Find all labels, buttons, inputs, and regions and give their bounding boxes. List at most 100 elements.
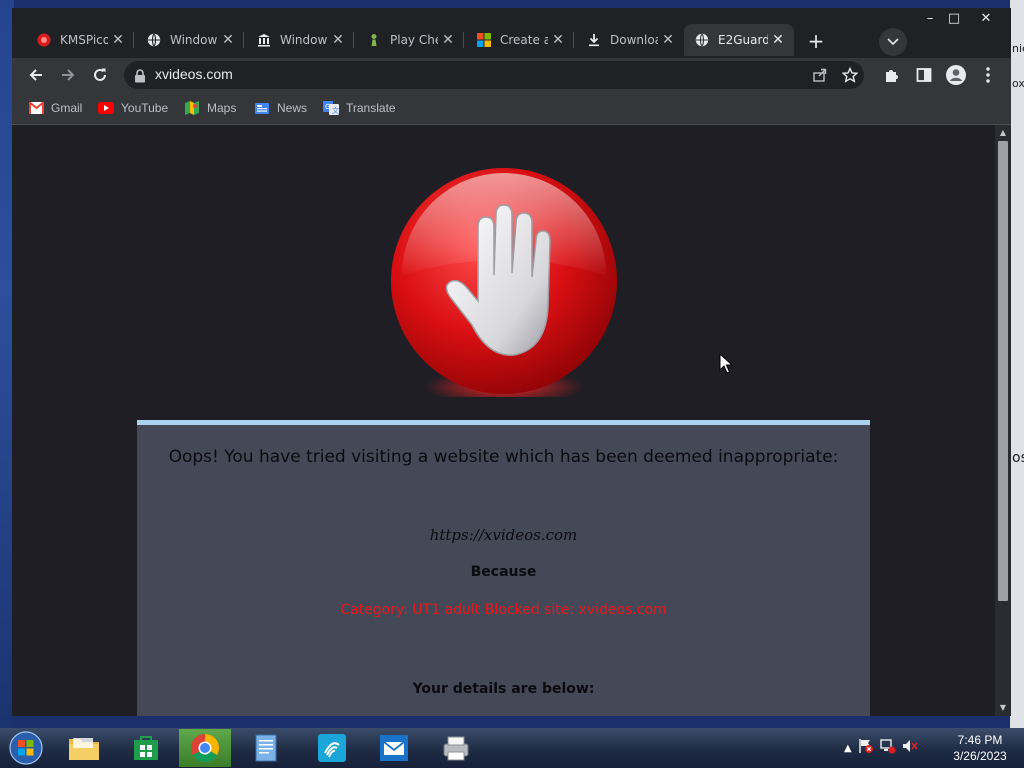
close-icon[interactable]: ✕ [440,32,456,48]
block-message-panel: Oops! You have tried visiting a website … [137,420,870,716]
back-button[interactable] [24,63,48,87]
chevron-down-icon [887,38,899,46]
extensions-button[interactable] [880,63,904,87]
bookmark-youtube[interactable]: YouTube [98,100,168,116]
tab-search-button[interactable] [879,28,907,56]
new-tab-button[interactable]: + [802,28,830,56]
tab-separator [463,32,464,48]
news-icon [254,101,270,115]
microsoft-icon [476,32,492,48]
more-vert-icon [986,67,990,83]
bookmark-label: News [277,101,308,115]
stop-hand-icon [380,157,620,405]
printer-icon[interactable] [430,729,482,767]
bookmark-label: Maps [207,101,237,115]
tab-title: Download [610,33,658,47]
block-category: Category: UT1 adult Blocked site: xvideo… [340,602,667,618]
puzzle-icon [886,70,898,82]
bookmark-translate[interactable]: G文 Translate [323,100,396,116]
bookmark-gmail[interactable]: Gmail [28,100,82,116]
youtube-icon [98,101,114,115]
block-title: Oops! You have tried visiting a website … [168,447,839,467]
close-icon[interactable]: ✕ [550,32,566,48]
tab-strip: KMSPico ✕ Windows ✕ Windows ✕ [12,8,1011,58]
mail-icon[interactable] [368,729,420,767]
globe-icon [694,32,710,48]
browser-window: KMSPico ✕ Windows ✕ Windows ✕ [12,8,1011,716]
notepad-icon[interactable] [240,729,292,767]
because-label: Because [470,564,537,580]
network-app-icon[interactable] [306,729,358,767]
arrow-left-icon [29,69,42,81]
close-icon[interactable]: ✕ [660,32,676,48]
system-tray: ▲ [844,738,918,758]
tab-title: KMSPico [60,33,108,47]
background-window-text: ox [1012,77,1024,90]
tab-create-a[interactable]: Create a ✕ [466,24,574,56]
download-icon [586,32,602,48]
vertical-scrollbar[interactable]: ▲ ▼ [995,125,1011,716]
reload-button[interactable] [88,63,112,87]
close-icon[interactable]: ✕ [330,32,346,48]
arrow-right-icon [62,69,75,81]
scrollbar-thumb[interactable] [998,141,1008,601]
tab-separator [243,32,244,48]
tab-separator [573,32,574,48]
library-icon [256,32,272,48]
close-icon[interactable]: ✕ [220,32,236,48]
tab-kmspico[interactable]: KMSPico ✕ [26,24,134,56]
background-window-edge [1010,0,1024,728]
scroll-down-arrow-icon[interactable]: ▼ [998,703,1008,713]
tab-windows-2[interactable]: Windows ✕ [246,24,354,56]
tab-title: Windows [170,33,218,47]
profile-button[interactable] [944,63,968,87]
taskbar-clock[interactable]: 7:46 PM 3/26/2023 [940,732,1020,764]
svg-text:文: 文 [332,106,339,115]
tab-download[interactable]: Download ✕ [576,24,684,56]
tab-title: E2Guardian [718,33,768,47]
chrome-icon[interactable] [179,729,231,767]
page-content: Oops! You have tried visiting a website … [12,125,995,716]
side-panel-icon [916,68,932,82]
start-button[interactable] [7,730,45,766]
tab-e2guardian[interactable]: E2Guardian ✕ [684,24,794,56]
windows-explorer-icon[interactable] [58,729,110,767]
bookmark-maps[interactable]: Maps [184,100,236,116]
show-hidden-icons-icon[interactable]: ▲ [844,743,852,754]
tab-separator [133,32,134,48]
taskbar: ▲ 7:46 PM 3/26/2023 [0,728,1024,768]
tab-separator [353,32,354,48]
details-heading: Your details are below: [412,681,595,697]
gmail-icon [28,101,44,115]
bookmark-star-icon[interactable] [840,65,860,85]
volume-muted-icon[interactable] [902,738,918,758]
close-icon[interactable]: ✕ [110,32,126,48]
kmspico-icon [36,32,52,48]
close-window-button[interactable]: ✕ [970,8,1002,30]
translate-icon: G文 [323,101,339,115]
close-icon[interactable]: ✕ [770,32,786,48]
store-icon[interactable] [120,729,172,767]
mouse-cursor-icon [719,353,733,374]
tab-title: Play Chess [390,33,438,47]
browser-toolbar: xvideos.com [12,58,1011,92]
bookmark-news[interactable]: News [254,100,307,116]
url-text[interactable]: xvideos.com [155,66,233,82]
avatar-icon [946,65,966,85]
bookmark-label: YouTube [121,101,169,115]
maximize-button[interactable]: □ [938,8,970,30]
tab-windows-1[interactable]: Windows ✕ [136,24,244,56]
forward-button[interactable] [56,63,80,87]
scroll-up-arrow-icon[interactable]: ▲ [998,128,1008,138]
lock-icon[interactable] [134,68,148,83]
action-center-flag-icon[interactable] [858,738,874,758]
bookmark-label: Gmail [51,101,83,115]
address-bar[interactable]: xvideos.com [124,61,864,89]
network-icon[interactable] [880,738,896,758]
tab-play-chess[interactable]: Play Chess ✕ [356,24,464,56]
side-panel-button[interactable] [912,63,936,87]
share-icon[interactable] [810,65,830,85]
reload-icon [94,68,106,81]
clock-date: 3/26/2023 [953,749,1007,763]
menu-button[interactable] [976,63,1000,87]
